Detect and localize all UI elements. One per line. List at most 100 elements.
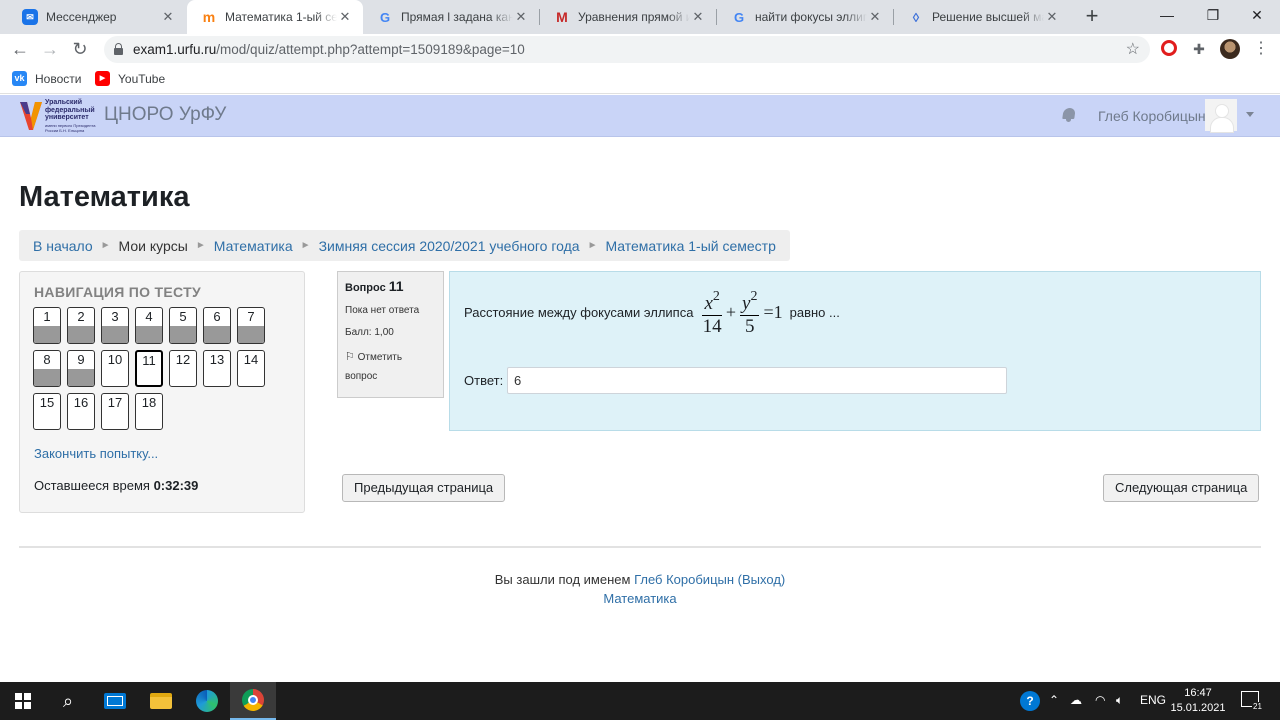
quiz-nav-question-button[interactable]: 2 xyxy=(67,307,95,344)
site-header: Уральский федеральный университет имени … xyxy=(0,95,1280,137)
quiz-nav-question-button[interactable]: 3 xyxy=(101,307,129,344)
breadcrumb-separator-icon: ► xyxy=(195,240,206,251)
quiz-nav-question-button[interactable]: 12 xyxy=(169,350,197,387)
tab-moodle-math[interactable]: m Математика 1-ый семестр ✕ xyxy=(187,0,363,34)
wifi-icon[interactable]: ◠ xyxy=(1095,693,1105,707)
bookmark-star-icon[interactable]: ☆ xyxy=(1126,39,1140,59)
quiz-nav-question-button[interactable]: 14 xyxy=(237,350,265,387)
user-name[interactable]: Глеб Коробицын xyxy=(1098,108,1206,124)
new-tab-button[interactable]: + xyxy=(1081,4,1103,28)
close-window-button[interactable]: ✕ xyxy=(1234,0,1280,30)
breadcrumb-home[interactable]: В начало xyxy=(33,238,93,254)
chevron-up-icon[interactable]: ⌃ xyxy=(1049,693,1059,707)
close-icon[interactable]: ✕ xyxy=(160,9,176,25)
quiz-nav-question-button[interactable]: 6 xyxy=(203,307,231,344)
bookmark-youtube[interactable]: ▶ YouTube xyxy=(95,71,165,86)
volume-icon[interactable]: 🔈︎ xyxy=(1116,693,1123,708)
footer-user-link[interactable]: Глеб Коробицын xyxy=(634,572,734,587)
tab-google-foci[interactable]: G найти фокусы эллипса ✕ xyxy=(717,0,893,34)
moodle-icon: m xyxy=(202,9,216,25)
bookmarks-bar: vk Новости ▶ YouTube xyxy=(0,64,1280,94)
answer-input[interactable] xyxy=(507,367,1007,394)
lock-icon[interactable] xyxy=(114,43,123,55)
quiz-nav-question-number: 6 xyxy=(213,309,221,324)
quiz-nav-question-button[interactable]: 10 xyxy=(101,350,129,387)
quiz-nav-question-button[interactable]: 17 xyxy=(101,393,129,430)
quiz-nav-question-button[interactable]: 11 xyxy=(135,350,163,387)
close-icon[interactable]: ✕ xyxy=(513,9,529,25)
quiz-nav-question-number: 18 xyxy=(141,395,157,410)
close-icon[interactable]: ✕ xyxy=(1044,9,1060,25)
previous-page-button[interactable]: Предыдущая страница xyxy=(342,474,506,502)
quiz-nav-question-button[interactable]: 16 xyxy=(67,393,95,430)
footer-divider xyxy=(19,546,1261,548)
profile-avatar[interactable] xyxy=(1220,39,1240,59)
quiz-nav-question-button[interactable]: 8 xyxy=(33,350,61,387)
language-indicator[interactable]: ENG xyxy=(1140,693,1166,707)
minimize-button[interactable]: — xyxy=(1144,0,1190,30)
search-icon[interactable]: ⌕ xyxy=(45,682,91,720)
breadcrumb-winter-session[interactable]: Зимняя сессия 2020/2021 учебного года xyxy=(319,238,580,254)
question-number: Вопрос 11 xyxy=(345,278,404,294)
chrome-icon[interactable] xyxy=(230,682,276,720)
footer-course-link[interactable]: Математика xyxy=(603,591,676,606)
quiz-nav-question-number: 4 xyxy=(145,309,153,324)
quiz-nav-question-button[interactable]: 4 xyxy=(135,307,163,344)
quiz-nav-question-number: 5 xyxy=(179,309,187,324)
tab-higher-math[interactable]: ◊ Решение высшей математики ✕ xyxy=(894,0,1070,34)
breadcrumb-separator-icon: ► xyxy=(587,240,598,251)
breadcrumb-math-semester[interactable]: Математика 1-ый семестр xyxy=(605,238,775,254)
quiz-navigation-block: НАВИГАЦИЯ ПО ТЕСТУ 1 2 3 4 5 6 7 8 9 10 11 12 13 14 15… xyxy=(19,271,305,513)
start-button[interactable] xyxy=(0,682,46,720)
address-bar[interactable]: exam1.urfu.ru/mod/quiz/attempt.php?attem… xyxy=(104,36,1150,63)
clock[interactable]: 16:47 15.01.2021 xyxy=(1170,686,1226,716)
quiz-nav-question-number: 13 xyxy=(209,352,225,367)
urfu-logo-icon[interactable] xyxy=(18,100,44,132)
help-icon[interactable]: ? xyxy=(1020,691,1040,711)
windows-logo-icon xyxy=(15,693,31,709)
notifications-bell-icon[interactable] xyxy=(1062,108,1076,122)
tab-messenger[interactable]: ✉ Мессенджер ✕ xyxy=(8,0,186,34)
tab-google-line[interactable]: G Прямая l задана каноническими ✕ xyxy=(363,0,539,34)
edge-icon[interactable] xyxy=(184,682,230,720)
close-icon[interactable]: ✕ xyxy=(337,9,353,25)
diamond-icon: ◊ xyxy=(912,9,920,25)
quiz-nav-question-button[interactable]: 18 xyxy=(135,393,163,430)
tab-line-equations[interactable]: M Уравнения прямой и плоскости ✕ xyxy=(540,0,716,34)
bookmark-news[interactable]: vk Новости xyxy=(12,71,81,86)
restore-button[interactable]: ❐ xyxy=(1190,0,1236,30)
site-name[interactable]: ЦНОРО УрФУ xyxy=(104,104,226,126)
reload-button[interactable]: ↻ xyxy=(68,37,92,61)
back-button[interactable]: ← xyxy=(8,37,32,61)
logout-link[interactable]: (Выход) xyxy=(738,572,786,587)
next-page-button[interactable]: Следующая страница xyxy=(1103,474,1260,502)
chevron-down-icon[interactable] xyxy=(1246,112,1254,117)
quiz-nav-question-button[interactable]: 13 xyxy=(203,350,231,387)
quiz-nav-question-button[interactable]: 9 xyxy=(67,350,95,387)
quiz-nav-question-button[interactable]: 1 xyxy=(33,307,61,344)
file-explorer-icon[interactable] xyxy=(138,682,184,720)
math-site-icon: M xyxy=(556,9,568,25)
windows-taskbar: ⌕ ? ⌃ ☁ ◠ 🔈︎ ENG 16:47 15.01.2021 21 xyxy=(0,682,1280,720)
quiz-nav-question-button[interactable]: 7 xyxy=(237,307,265,344)
onedrive-cloud-icon[interactable]: ☁ xyxy=(1070,693,1082,707)
quiz-nav-question-number: 8 xyxy=(43,352,51,367)
forward-button[interactable]: → xyxy=(38,37,62,61)
finish-attempt-link[interactable]: Закончить попытку... xyxy=(34,446,158,461)
close-icon[interactable]: ✕ xyxy=(867,9,883,25)
quiz-nav-question-button[interactable]: 5 xyxy=(169,307,197,344)
breadcrumb-math[interactable]: Математика xyxy=(214,238,293,254)
browser-menu-icon[interactable]: ⋮ xyxy=(1251,39,1271,59)
quiz-nav-question-number: 9 xyxy=(77,352,85,367)
google-icon: G xyxy=(379,9,391,25)
notification-center-icon[interactable]: 21 xyxy=(1241,691,1263,711)
mail-icon[interactable] xyxy=(92,682,138,720)
user-avatar[interactable] xyxy=(1205,99,1237,133)
quiz-nav-question-number: 10 xyxy=(107,352,123,367)
close-icon[interactable]: ✕ xyxy=(690,9,706,25)
quiz-nav-question-button[interactable]: 15 xyxy=(33,393,61,430)
extensions-puzzle-icon[interactable]: ✚ xyxy=(1189,39,1209,59)
opera-extension-icon[interactable] xyxy=(1161,40,1177,56)
question-status: Пока нет ответа xyxy=(345,305,420,316)
flag-question-link[interactable]: ⚐ Отметить вопрос xyxy=(345,348,436,386)
